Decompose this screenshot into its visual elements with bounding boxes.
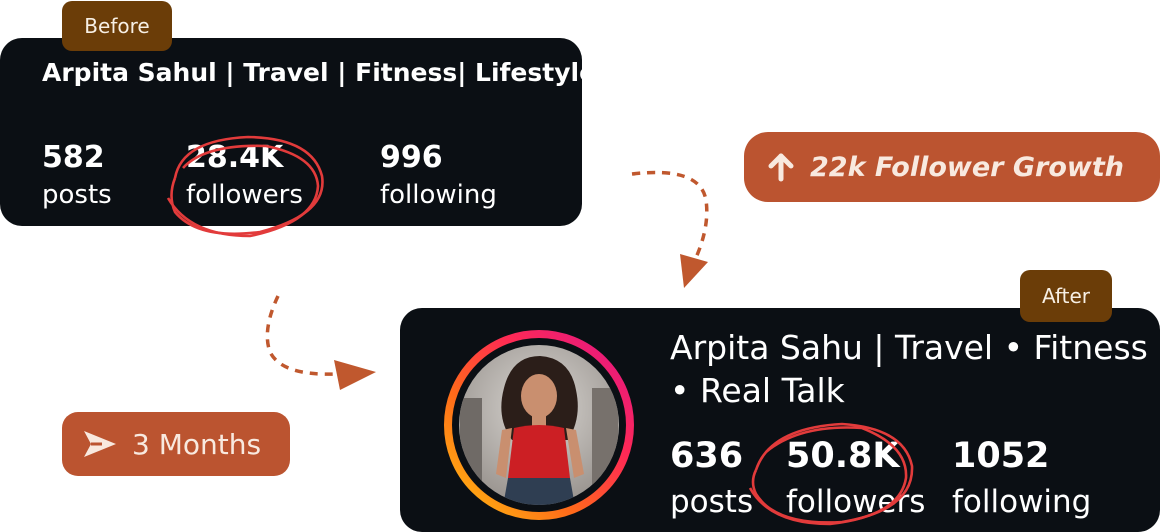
- before-tag: Before: [62, 1, 172, 51]
- dashed-arrow-right: [631, 170, 709, 263]
- before-followers-label: followers: [186, 180, 303, 210]
- before-profile-name: Arpita Sahul | Travel | Fitness| Lifesty…: [42, 58, 597, 87]
- duration-label: 3 Months: [132, 427, 262, 461]
- before-following-label: following: [380, 180, 497, 210]
- before-posts-label: posts: [42, 180, 112, 210]
- send-icon: [82, 429, 118, 459]
- after-tag: After: [1020, 270, 1112, 322]
- duration-badge: 3 Months: [62, 412, 290, 476]
- growth-label: 22k Follower Growth: [810, 151, 1124, 183]
- after-profile-name-line1: Arpita Sahu | Travel • Fitness: [670, 328, 1148, 367]
- arrow-up-icon: [766, 152, 796, 182]
- avatar: [442, 328, 636, 522]
- dashed-arrow-left: [265, 295, 337, 376]
- after-following-label: following: [952, 484, 1092, 520]
- after-posts-count: 636: [670, 436, 744, 476]
- growth-badge: 22k Follower Growth: [744, 132, 1160, 202]
- arrowhead-down-icon: [680, 254, 708, 288]
- before-profile-card: Arpita Sahul | Travel | Fitness| Lifesty…: [0, 38, 596, 226]
- before-posts-count: 582: [42, 140, 105, 175]
- after-posts-label: posts: [670, 484, 754, 520]
- before-following-count: 996: [380, 140, 443, 175]
- after-following-count: 1052: [952, 436, 1050, 476]
- after-followers-count: 50.8K: [786, 436, 900, 476]
- after-profile-card: Arpita Sahu | Travel • Fitness • Real Ta…: [400, 308, 1160, 532]
- after-followers-label: followers: [786, 484, 926, 520]
- before-followers-count: 28.4K: [186, 140, 284, 175]
- after-profile-name-line2: • Real Talk: [670, 371, 845, 410]
- arrowhead-right-icon: [334, 360, 376, 390]
